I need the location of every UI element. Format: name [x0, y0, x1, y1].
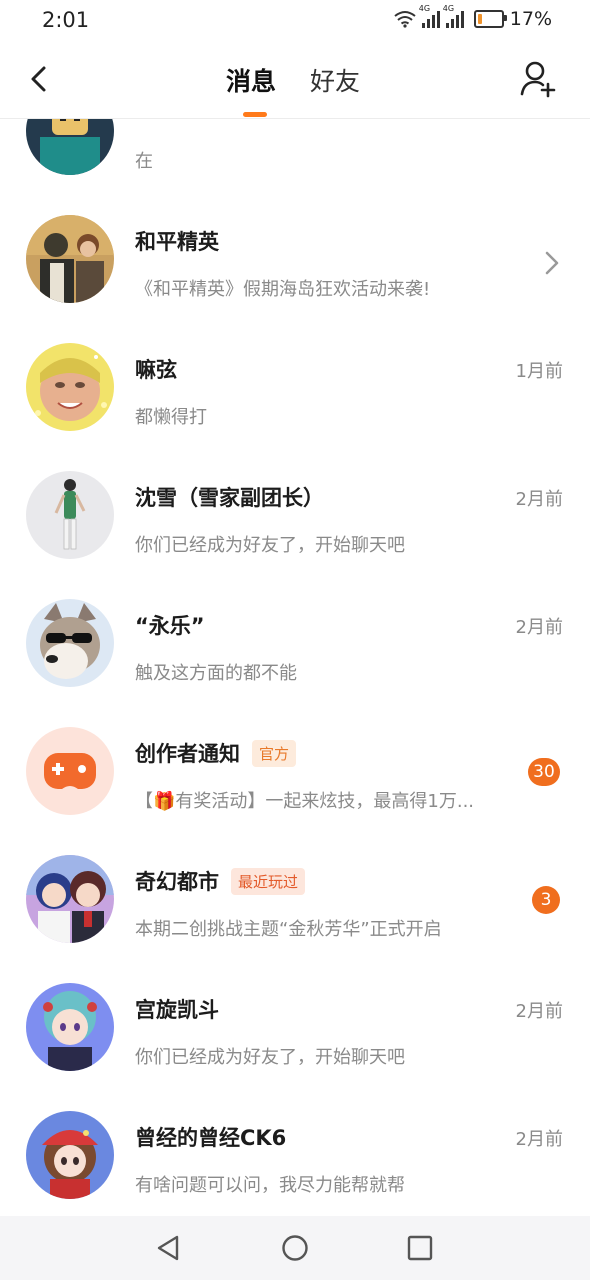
timestamp: 2月前: [515, 617, 563, 638]
unread-badge: 30: [528, 758, 560, 786]
contact-name: 宫旋凯斗: [135, 998, 219, 1022]
conversation-row-1[interactable]: 和平精英 《和平精英》假期海岛狂欢活动来袭!: [0, 185, 590, 313]
gamepad-icon: [26, 727, 114, 815]
system-nav-bar: [0, 1216, 590, 1280]
cellular-signal-icon: 4G: [443, 4, 464, 28]
square-recents-icon[interactable]: [404, 1232, 436, 1264]
conversation-row-4[interactable]: “永乐” 触及这方面的都不能 2月前: [0, 569, 590, 697]
conversation-row-6[interactable]: 奇幻都市 最近玩过 本期二创挑战主题“金秋芳华”正式开启 3: [0, 825, 590, 953]
message-preview: 你们已经成为好友了，开始聊天吧: [135, 535, 405, 556]
contact-name: 嘛弦: [135, 358, 177, 382]
active-tab-indicator: [243, 112, 267, 117]
contact-name: 奇幻都市: [135, 870, 219, 894]
battery-icon: [473, 10, 507, 28]
status-time: 2:01: [42, 8, 90, 32]
official-tag: 官方: [252, 739, 297, 767]
conversation-row-8[interactable]: 曾经的曾经CK6 有啥问题可以问，我尽力能帮就帮 2月前: [0, 1081, 590, 1209]
chevron-right-icon: [545, 251, 559, 275]
tab-friends[interactable]: 好友: [310, 62, 360, 98]
conversation-row-2[interactable]: 嘛弦 都懒得打 1月前: [0, 313, 590, 441]
wifi-icon: [394, 11, 416, 28]
message-preview: 触及这方面的都不能: [135, 663, 297, 684]
timestamp: 2月前: [515, 489, 563, 510]
unread-badge: 3: [532, 886, 560, 914]
circle-home-icon[interactable]: [279, 1232, 311, 1264]
timestamp: 2月前: [515, 1129, 563, 1150]
battery-percentage: 17%: [509, 8, 552, 30]
contact-name: 曾经的曾经CK6: [135, 1126, 287, 1150]
message-preview: 《和平精英》假期海岛狂欢活动来袭!: [135, 279, 431, 300]
standing-figure-icon: [26, 471, 114, 559]
game-soldiers-icon: [26, 215, 114, 303]
anime-girl-icon: [26, 983, 114, 1071]
message-preview: 有啥问题可以问，我尽力能帮就帮: [135, 1175, 405, 1196]
message-preview: 在: [135, 151, 153, 172]
contact-name: 和平精英: [135, 230, 219, 254]
triangle-back-icon[interactable]: [153, 1232, 185, 1264]
timestamp: 2月前: [515, 1001, 563, 1022]
message-preview: 你们已经成为好友了，开始聊天吧: [135, 1047, 405, 1068]
conversation-row-3[interactable]: 沈雪（雪家副团长） 你们已经成为好友了，开始聊天吧 2月前: [0, 441, 590, 569]
recently-played-tag: 最近玩过: [231, 867, 306, 895]
conversation-row-7[interactable]: 宫旋凯斗 你们已经成为好友了，开始聊天吧 2月前: [0, 953, 590, 1081]
contact-name: “永乐”: [135, 614, 205, 638]
dog-sunglasses-icon: [26, 599, 114, 687]
conversation-row-5[interactable]: 创作者通知 官方 【🎁有奖活动】一起来炫技，最高得1万... 30: [0, 697, 590, 825]
message-preview: 都懒得打: [135, 407, 207, 428]
message-preview: 本期二创挑战主题“金秋芳华”正式开启: [135, 919, 442, 940]
message-preview: 【🎁有奖活动】一起来炫技，最高得1万...: [135, 791, 475, 812]
conversation-list[interactable]: 在 和平精英 《和平精英》假期海岛狂欢活动来袭! 嘛弦 都懒得打 1月前 沈雪（…: [0, 0, 590, 1216]
person-add-icon[interactable]: [520, 60, 556, 98]
chevron-left-icon[interactable]: [22, 62, 56, 96]
cellular-signal-icon: 4G: [419, 4, 440, 28]
contact-name: 创作者通知: [135, 742, 240, 766]
sparkle-face-icon: [26, 343, 114, 431]
tab-messages[interactable]: 消息: [226, 62, 276, 98]
anime-duo-icon: [26, 855, 114, 943]
anime-girl-red-hat-icon: [26, 1111, 114, 1199]
status-icons: 4G 4G 17%: [394, 4, 552, 30]
status-bar: 2:01 4G 4G 17%: [0, 0, 590, 42]
header: 消息 好友: [0, 42, 590, 119]
contact-name: 沈雪（雪家副团长）: [135, 486, 324, 510]
timestamp: 1月前: [515, 361, 563, 382]
